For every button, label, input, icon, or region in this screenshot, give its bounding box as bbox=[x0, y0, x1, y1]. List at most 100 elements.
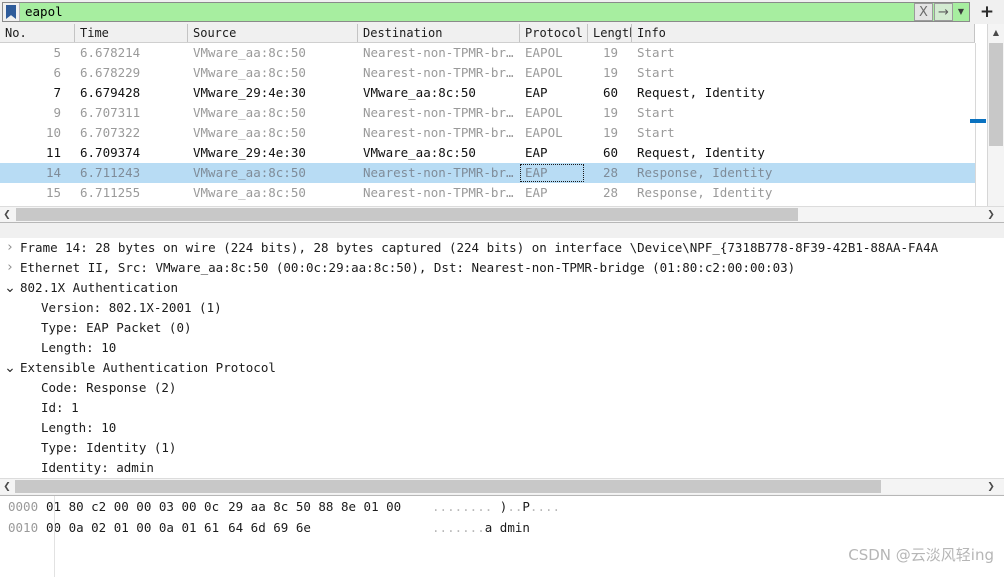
cell-dst: Nearest-non-TPMR-br… bbox=[363, 65, 514, 80]
detail-tree-item[interactable]: › Frame 14: 28 bytes on wire (224 bits), … bbox=[0, 238, 1004, 258]
chevron-down-icon[interactable]: ⌄ bbox=[0, 278, 20, 298]
cell-proto: EAP bbox=[525, 165, 548, 180]
cell-info: Request, Identity bbox=[637, 85, 765, 100]
table-row[interactable]: 5 6.678214 VMware_aa:8c:50 Nearest-non-TPMR… bbox=[0, 43, 975, 63]
detail-tree-item[interactable]: Length: 10 bbox=[0, 418, 1004, 438]
cell-time: 6.679428 bbox=[80, 85, 141, 100]
wireshark-window: X → ▼ + No.TimeSourceDestinationProtocol… bbox=[0, 0, 1004, 577]
apply-filter-icon[interactable]: → bbox=[934, 3, 953, 21]
table-row[interactable]: 10 6.707322 VMware_aa:8c:50 Nearest-non-TPM… bbox=[0, 123, 975, 143]
hex-ascii: .......a dmin bbox=[432, 520, 530, 535]
column-header-proto[interactable]: Protocol bbox=[520, 24, 588, 42]
detail-tree-item[interactable]: Version: 802.1X-2001 (1) bbox=[0, 298, 1004, 318]
scrollbar-thumb[interactable] bbox=[16, 208, 798, 221]
cell-proto: EAPOL bbox=[525, 65, 563, 80]
column-header-len[interactable]: Length bbox=[588, 24, 632, 42]
cell-no: 10 bbox=[45, 125, 61, 140]
cell-info: Start bbox=[637, 65, 675, 80]
packet-bytes-pane[interactable]: 0000 01 80 c2 00 00 03 00 0c 29 aa 8c 50 8… bbox=[0, 495, 1004, 577]
chevron-down-icon[interactable]: ⌄ bbox=[0, 358, 20, 378]
hex-dump-row[interactable]: 0010 00 0a 02 01 00 0a 01 61 64 6d 69 6e..… bbox=[0, 517, 1004, 538]
scroll-right-arrow-icon[interactable]: ❯ bbox=[984, 479, 998, 494]
cell-info: Request, Identity bbox=[637, 145, 765, 160]
table-row[interactable]: 6 6.678229 VMware_aa:8c:50 Nearest-non-TPMR… bbox=[0, 63, 975, 83]
bookmark-ribbon-icon[interactable] bbox=[3, 3, 20, 21]
display-filter-field[interactable]: X → ▼ bbox=[2, 2, 970, 22]
cell-no: 11 bbox=[45, 145, 61, 160]
column-header-dst[interactable]: Destination bbox=[358, 24, 520, 42]
scroll-left-arrow-icon[interactable]: ❮ bbox=[0, 207, 14, 222]
column-header-info[interactable]: Info bbox=[632, 24, 975, 42]
cell-proto: EAPOL bbox=[525, 105, 563, 120]
hex-bytes: 00 0a 02 01 00 0a 01 61 64 6d 69 6e bbox=[46, 520, 311, 535]
cell-info: Response, Identity bbox=[637, 185, 773, 200]
cell-src: VMware_aa:8c:50 bbox=[193, 165, 306, 180]
table-row[interactable]: 7 6.679428 VMware_29:4e:30 VMware_aa:8c:50 E… bbox=[0, 83, 975, 103]
detail-tree-item-label: Identity: admin bbox=[41, 460, 154, 475]
filter-history-chevron-down-icon[interactable]: ▼ bbox=[954, 3, 968, 21]
cell-proto: EAP bbox=[525, 145, 548, 160]
table-row[interactable]: 14 6.711243 VMware_aa:8c:50 Nearest-non-TPM… bbox=[0, 163, 975, 183]
scroll-left-arrow-icon[interactable]: ❮ bbox=[0, 479, 14, 494]
detail-tree-item-label: Type: Identity (1) bbox=[41, 440, 177, 455]
detail-tree-item-label: Type: EAP Packet (0) bbox=[41, 320, 192, 335]
add-filter-button-icon[interactable]: + bbox=[978, 3, 996, 21]
packet-list-vertical-scrollbar[interactable]: ▲ ▼ bbox=[987, 24, 1004, 222]
cell-proto: EAPOL bbox=[525, 125, 563, 140]
chevron-right-icon[interactable]: › bbox=[0, 258, 20, 278]
table-row[interactable]: 11 6.709374 VMware_29:4e:30 VMware_aa:8c:50… bbox=[0, 143, 975, 163]
clear-filter-icon[interactable]: X bbox=[914, 3, 933, 21]
column-header-no[interactable]: No. bbox=[0, 24, 75, 42]
detail-tree-item[interactable]: Identity: admin bbox=[0, 458, 1004, 478]
display-filter-input[interactable] bbox=[20, 3, 913, 21]
table-row[interactable]: 9 6.707311 VMware_aa:8c:50 Nearest-non-TPMR… bbox=[0, 103, 975, 123]
display-filter-toolbar: X → ▼ + bbox=[0, 0, 1004, 24]
scroll-right-arrow-icon[interactable]: ❯ bbox=[984, 207, 998, 222]
detail-tree-item-label: Extensible Authentication Protocol bbox=[20, 360, 276, 375]
packet-list-header: No.TimeSourceDestinationProtocolLengthIn… bbox=[0, 24, 975, 43]
detail-tree-item[interactable]: Type: EAP Packet (0) bbox=[0, 318, 1004, 338]
cell-len: 28 bbox=[602, 165, 618, 180]
display-filter-buttons: X → ▼ bbox=[913, 3, 969, 21]
table-row[interactable]: 15 6.711255 VMware_aa:8c:50 Nearest-non-TPM… bbox=[0, 183, 975, 203]
packet-details-horizontal-scrollbar[interactable]: ❮ ❯ bbox=[0, 478, 1004, 494]
cell-info: Start bbox=[637, 105, 675, 120]
scrollbar-thumb[interactable] bbox=[15, 480, 881, 493]
packet-list-rows[interactable]: 5 6.678214 VMware_aa:8c:50 Nearest-non-TPMR… bbox=[0, 43, 976, 207]
hex-offset-divider bbox=[54, 496, 55, 577]
detail-tree-item-label: 802.1X Authentication bbox=[20, 280, 179, 295]
cell-info: Start bbox=[637, 125, 675, 140]
detail-tree-item[interactable]: Type: Identity (1) bbox=[0, 438, 1004, 458]
cell-no: 6 bbox=[53, 65, 61, 80]
packet-details-pane[interactable]: › Frame 14: 28 bytes on wire (224 bits), … bbox=[0, 238, 1004, 478]
detail-tree-item[interactable]: Length: 10 bbox=[0, 338, 1004, 358]
chevron-right-icon[interactable]: › bbox=[0, 238, 20, 258]
detail-tree-item[interactable]: Id: 1 bbox=[0, 398, 1004, 418]
detail-tree-item-label: Code: Response (2) bbox=[41, 380, 177, 395]
cell-src: VMware_aa:8c:50 bbox=[193, 105, 306, 120]
packet-list-horizontal-scrollbar[interactable]: ❮ ❯ bbox=[0, 206, 1004, 222]
column-header-time[interactable]: Time bbox=[75, 24, 188, 42]
detail-tree-item[interactable]: › Ethernet II, Src: VMware_aa:8c:50 (00:0… bbox=[0, 258, 1004, 278]
hex-dump-row[interactable]: 0000 01 80 c2 00 00 03 00 0c 29 aa 8c 50 8… bbox=[0, 496, 1004, 517]
column-header-src[interactable]: Source bbox=[188, 24, 358, 42]
cell-dst: Nearest-non-TPMR-br… bbox=[363, 105, 514, 120]
detail-tree-item-label: Id: 1 bbox=[41, 400, 79, 415]
scroll-up-arrow-icon[interactable]: ▲ bbox=[988, 24, 1004, 41]
cell-proto: EAP bbox=[525, 85, 548, 100]
detail-tree-item[interactable]: ⌄ 802.1X Authentication bbox=[0, 278, 1004, 298]
cell-time: 6.707311 bbox=[80, 105, 141, 120]
cell-src: VMware_aa:8c:50 bbox=[193, 65, 306, 80]
cell-time: 6.711243 bbox=[80, 165, 141, 180]
cell-len: 28 bbox=[602, 185, 618, 200]
cell-no: 9 bbox=[53, 105, 61, 120]
cell-time: 6.678229 bbox=[80, 65, 141, 80]
cell-no: 5 bbox=[53, 45, 61, 60]
detail-tree-item[interactable]: ⌄ Extensible Authentication Protocol bbox=[0, 358, 1004, 378]
cell-src: VMware_29:4e:30 bbox=[193, 145, 306, 160]
detail-tree-item[interactable]: Code: Response (2) bbox=[0, 378, 1004, 398]
cell-src: VMware_aa:8c:50 bbox=[193, 125, 306, 140]
scrollbar-thumb[interactable] bbox=[989, 43, 1003, 146]
cell-dst: Nearest-non-TPMR-br… bbox=[363, 165, 514, 180]
hex-dump-rows[interactable]: 0000 01 80 c2 00 00 03 00 0c 29 aa 8c 50 8… bbox=[0, 496, 1004, 538]
